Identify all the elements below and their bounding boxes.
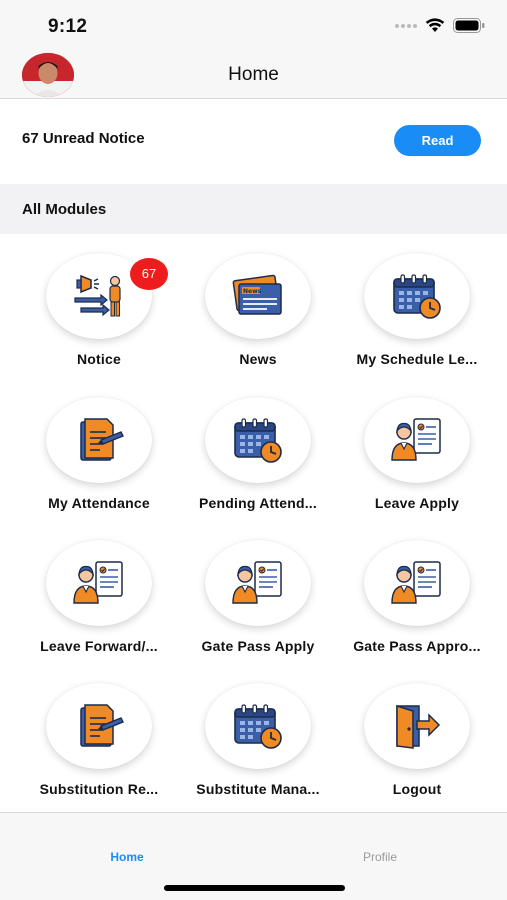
module-label: Leave Forward/... bbox=[40, 638, 158, 654]
module-substitution-request[interactable]: Substitution Re... bbox=[19, 683, 179, 813]
person-checklist-icon bbox=[391, 561, 441, 604]
module-leave-apply[interactable]: Leave Apply bbox=[337, 397, 497, 527]
module-news[interactable]: News News bbox=[178, 253, 338, 383]
tab-profile[interactable]: Profile bbox=[330, 850, 430, 864]
status-bar: 9:12 bbox=[0, 0, 507, 50]
module-logout[interactable]: Logout bbox=[337, 683, 497, 813]
calendar-clock-icon bbox=[234, 418, 282, 463]
module-label: Gate Pass Appro... bbox=[353, 638, 481, 654]
status-icons bbox=[395, 18, 485, 33]
module-label: Pending Attend... bbox=[199, 495, 317, 511]
section-header: All Modules bbox=[0, 184, 507, 234]
module-label: Substitute Mana... bbox=[196, 781, 320, 797]
module-label: Substitution Re... bbox=[39, 781, 159, 797]
calendar-clock-icon bbox=[393, 274, 441, 319]
module-pending-attendance[interactable]: Pending Attend... bbox=[178, 397, 338, 527]
unread-notice-text: 67 Unread Notice bbox=[22, 130, 145, 147]
status-time: 9:12 bbox=[48, 16, 88, 37]
page-title: Home bbox=[228, 64, 279, 85]
module-label: Logout bbox=[392, 781, 442, 797]
home-indicator bbox=[164, 885, 345, 891]
battery-icon bbox=[453, 18, 485, 33]
tab-home[interactable]: Home bbox=[77, 850, 177, 864]
megaphone-icon bbox=[74, 274, 121, 317]
module-leave-forward[interactable]: Leave Forward/... bbox=[19, 540, 179, 670]
read-button[interactable]: Read bbox=[394, 125, 481, 156]
document-pen-icon bbox=[80, 418, 124, 461]
module-gate-pass-apply[interactable]: Gate Pass Apply bbox=[178, 540, 338, 670]
module-label: Gate Pass Apply bbox=[201, 638, 315, 654]
svg-text:News: News bbox=[243, 288, 262, 295]
document-pen-icon bbox=[80, 704, 124, 747]
calendar-clock-icon bbox=[234, 704, 282, 749]
notice-count-badge: 67 bbox=[130, 258, 168, 290]
module-label: News bbox=[239, 351, 277, 367]
person-checklist-icon bbox=[391, 418, 441, 461]
navigation-bar: Home bbox=[0, 50, 507, 99]
module-my-schedule-leave[interactable]: My Schedule Le... bbox=[337, 253, 497, 383]
module-label: Notice bbox=[77, 351, 121, 367]
logout-door-icon bbox=[396, 704, 441, 749]
module-substitute-management[interactable]: Substitute Mana... bbox=[178, 683, 338, 813]
person-checklist-icon bbox=[73, 561, 123, 604]
module-gate-pass-approval[interactable]: Gate Pass Appro... bbox=[337, 540, 497, 670]
module-label: My Attendance bbox=[48, 495, 150, 511]
section-title: All Modules bbox=[22, 201, 107, 218]
person-checklist-icon bbox=[232, 561, 282, 604]
module-my-attendance[interactable]: My Attendance bbox=[19, 397, 179, 527]
wifi-icon bbox=[425, 18, 445, 32]
module-label: My Schedule Le... bbox=[356, 351, 478, 367]
cellular-signal-icon bbox=[395, 23, 417, 28]
module-label: Leave Apply bbox=[374, 495, 460, 511]
newspaper-icon: News bbox=[232, 274, 282, 315]
